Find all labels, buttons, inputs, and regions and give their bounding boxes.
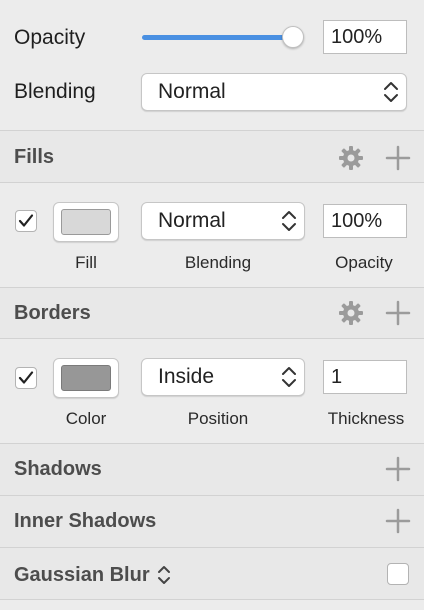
- fill-caption: Fill: [75, 253, 97, 272]
- opacity-field[interactable]: 100%: [323, 20, 407, 54]
- fill-opacity-value: 100%: [331, 209, 383, 232]
- opacity-slider[interactable]: [142, 26, 306, 50]
- border-position-select[interactable]: Inside: [141, 358, 305, 396]
- fill-opacity-field[interactable]: 100%: [323, 204, 407, 238]
- blur-type-select[interactable]: Gaussian Blur: [14, 562, 172, 588]
- opacity-slider-track: [142, 35, 294, 40]
- updown-chevron-icon: [282, 211, 296, 231]
- border-enabled-checkbox[interactable]: [15, 367, 37, 389]
- fill-opacity-caption: Opacity: [335, 253, 393, 272]
- opacity-label: Opacity: [14, 26, 86, 49]
- gaussian-blur-title: Gaussian Blur: [14, 563, 150, 586]
- fill-blending-select[interactable]: Normal: [141, 202, 305, 240]
- shadows-title: Shadows: [14, 458, 102, 480]
- add-border-plus-icon[interactable]: [385, 300, 411, 326]
- updown-chevron-icon: [282, 367, 296, 387]
- border-color-well[interactable]: [53, 358, 119, 398]
- add-fill-plus-icon[interactable]: [385, 145, 411, 171]
- fill-color-well[interactable]: [53, 202, 119, 242]
- gear-icon[interactable]: [338, 145, 364, 171]
- fill-enabled-checkbox[interactable]: [15, 210, 37, 232]
- opacity-slider-thumb[interactable]: [282, 26, 304, 48]
- border-thickness-field[interactable]: 1: [323, 360, 407, 394]
- fill-color-swatch: [61, 209, 111, 235]
- border-thickness-caption: Thickness: [327, 409, 405, 428]
- border-color-caption: Color: [65, 409, 107, 428]
- add-shadow-plus-icon[interactable]: [385, 456, 411, 482]
- checkmark-icon: [18, 371, 34, 384]
- opacity-field-value: 100%: [331, 25, 383, 48]
- border-color-swatch: [61, 365, 111, 391]
- divider: [0, 599, 424, 600]
- inner-shadows-title: Inner Shadows: [14, 510, 157, 532]
- fill-blending-caption: Blending: [184, 253, 252, 272]
- divider: [0, 182, 424, 183]
- fill-blending-value: Normal: [158, 209, 226, 232]
- add-inner-shadow-plus-icon[interactable]: [385, 508, 411, 534]
- border-position-value: Inside: [158, 365, 215, 388]
- checkmark-icon: [18, 214, 34, 227]
- updown-chevron-icon: [384, 82, 398, 102]
- gaussian-blur-checkbox[interactable]: [387, 563, 409, 585]
- blending-label: Blending: [14, 80, 96, 103]
- blending-select-value: Normal: [158, 80, 226, 103]
- fills-title: Fills: [14, 146, 55, 168]
- blending-select[interactable]: Normal: [141, 73, 407, 111]
- border-position-caption: Position: [187, 409, 249, 428]
- border-thickness-value: 1: [331, 365, 343, 388]
- borders-title: Borders: [14, 302, 91, 324]
- updown-chevron-icon: [157, 566, 170, 584]
- divider: [0, 338, 424, 339]
- gear-icon[interactable]: [338, 300, 364, 326]
